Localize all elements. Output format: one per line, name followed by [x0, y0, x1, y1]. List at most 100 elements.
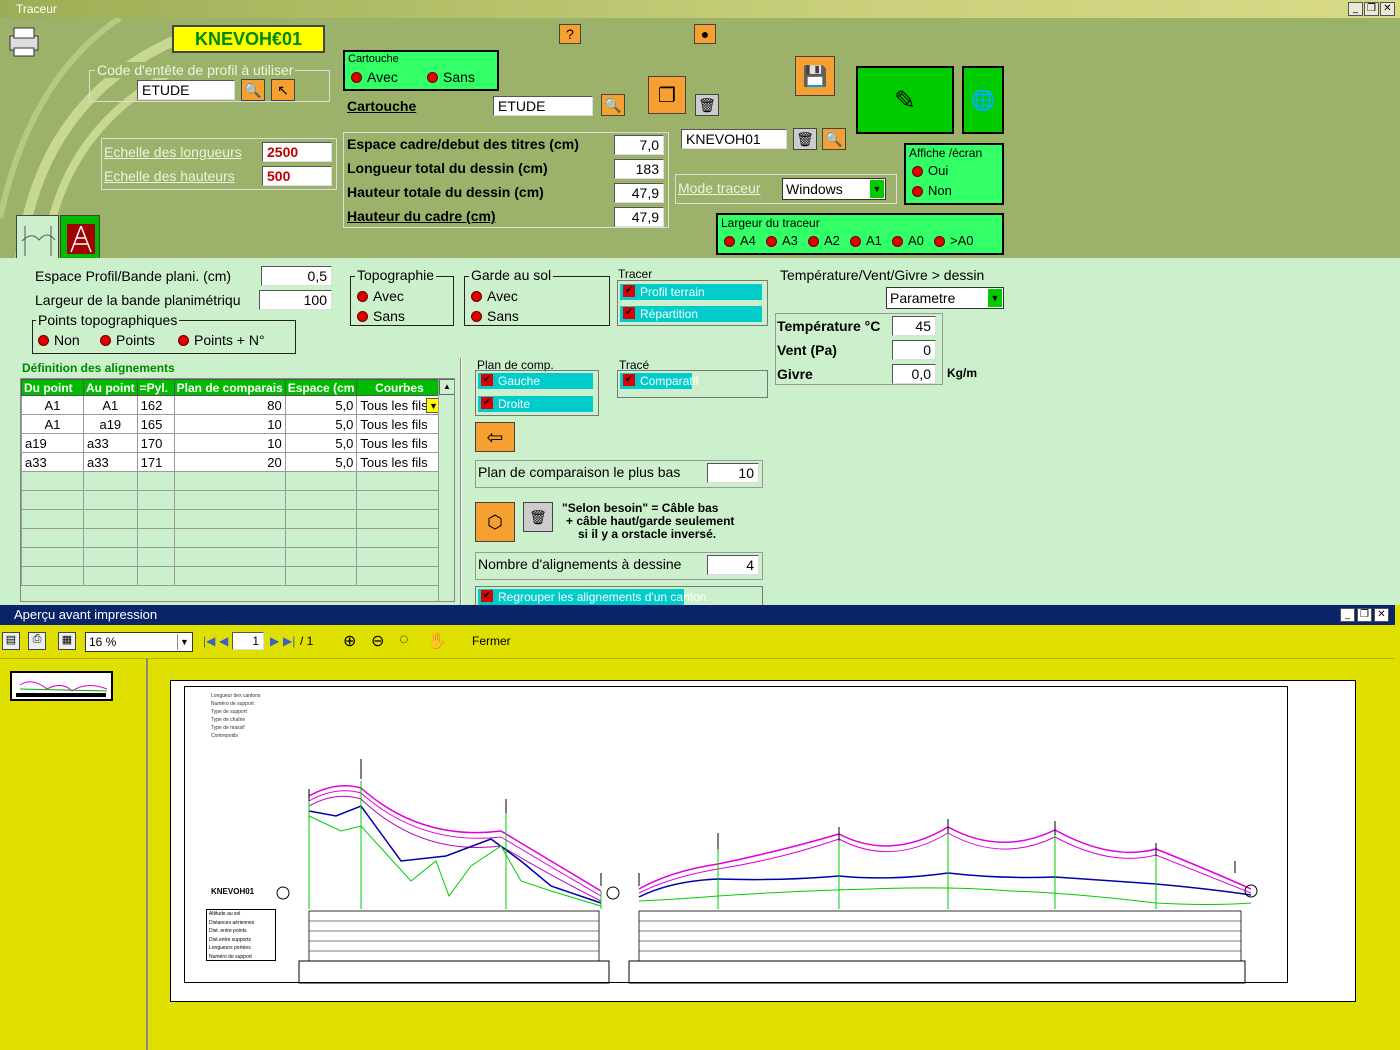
delete-trash-icon[interactable]: 🗑	[523, 502, 553, 532]
trace-comparatif-checkbox[interactable]: Comparatif	[620, 373, 699, 389]
topo-sans-radio[interactable]: Sans	[355, 308, 405, 324]
points-non-radio[interactable]: Non	[36, 332, 80, 348]
affiche-oui-radio[interactable]: Oui	[910, 163, 948, 178]
largeur-a3-radio[interactable]: A3	[764, 233, 798, 248]
cell[interactable]: a19	[21, 433, 84, 453]
vent-input[interactable]: 0	[892, 340, 936, 360]
col-courbes[interactable]: Courbes	[356, 379, 443, 396]
lasso-icon[interactable]: ◌	[399, 631, 409, 649]
table-row[interactable]: A1 a19 165 10 5,0 Tous les fils	[21, 414, 443, 434]
preview-close-button[interactable]: ✕	[1374, 608, 1389, 622]
echelle-longueurs-input[interactable]: 2500	[262, 142, 332, 162]
empty-row[interactable]	[21, 547, 443, 567]
affiche-non-radio[interactable]: Non	[910, 183, 952, 198]
cell[interactable]: A1	[21, 395, 84, 415]
cell[interactable]: 5,0	[284, 452, 358, 472]
regrouper-checkbox[interactable]: Regrouper les alignements d'un canton	[478, 589, 706, 605]
close-preview-button[interactable]: Fermer	[472, 634, 511, 648]
cell[interactable]: 170	[136, 433, 175, 453]
cube-rotate-icon[interactable]: ⬡	[475, 502, 515, 542]
knevoh-input[interactable]: KNEVOH01	[681, 129, 787, 149]
zoom-in-icon[interactable]: ⊕	[343, 631, 356, 651]
cell-courbes-select[interactable]: Tous les fils ▼	[356, 395, 443, 415]
dim-input-2[interactable]: 47,9	[614, 183, 664, 203]
table-row[interactable]: A1 A1 162 80 5,0 Tous les fils ▼	[21, 395, 443, 415]
topo-avec-radio[interactable]: Avec	[355, 288, 404, 304]
col-plan[interactable]: Plan de comparais	[173, 379, 286, 396]
cell[interactable]: 5,0	[284, 414, 358, 434]
plan-droite-checkbox[interactable]: Droite	[478, 396, 593, 412]
garde-avec-radio[interactable]: Avec	[469, 288, 518, 304]
mode-traceur-select[interactable]: Windows ▼	[782, 178, 886, 200]
code-entete-input[interactable]: ETUDE	[137, 80, 235, 100]
plan-gauche-checkbox[interactable]: Gauche	[478, 373, 593, 389]
back-arrow-icon[interactable]: ⇦	[475, 422, 515, 452]
echelle-hauteurs-input[interactable]: 500	[262, 166, 332, 186]
preview-maximize-button[interactable]: ❐	[1357, 608, 1372, 622]
temp-mode-select[interactable]: Parametre ▼	[886, 287, 1004, 309]
cell[interactable]: 10	[173, 414, 286, 434]
cell[interactable]: Tous les fils	[356, 433, 443, 453]
empty-row[interactable]	[21, 566, 443, 586]
cell[interactable]: 20	[173, 452, 286, 472]
cell[interactable]: 165	[136, 414, 175, 434]
table-row[interactable]: a33 a33 171 20 5,0 Tous les fils	[21, 452, 443, 472]
export-icon[interactable]: ▦	[58, 632, 76, 650]
cartouche-search-icon[interactable]: 🔍	[601, 94, 625, 116]
draw-pencil-button[interactable]: ✎	[856, 66, 954, 134]
search-folder-icon[interactable]: 🔍	[241, 79, 265, 101]
tab-profile[interactable]	[16, 215, 59, 259]
largeur-gta0-radio[interactable]: >A0	[932, 233, 974, 248]
cell[interactable]: a33	[83, 433, 138, 453]
globe-search-button[interactable]: 🌐	[962, 66, 1004, 134]
cartouche-input[interactable]: ETUDE	[493, 96, 593, 116]
givre-input[interactable]: 0,0	[892, 364, 936, 384]
zoom-out-icon[interactable]: ⊖	[371, 631, 384, 651]
cell[interactable]: 5,0	[284, 433, 358, 453]
empty-row[interactable]	[21, 490, 443, 510]
copy-pages-icon[interactable]: ❐	[648, 76, 686, 114]
empty-row[interactable]	[21, 509, 443, 529]
cell[interactable]: 5,0	[284, 395, 358, 415]
erase-icon[interactable]: ●	[694, 24, 716, 44]
next-page-icon[interactable]: ▶	[270, 634, 279, 648]
cell[interactable]: 80	[173, 395, 286, 415]
empty-row[interactable]	[21, 471, 443, 491]
cell[interactable]: Tous les fils	[356, 452, 443, 472]
table-row[interactable]: a19 a33 170 10 5,0 Tous les fils	[21, 433, 443, 453]
prev-page-icon[interactable]: ◀	[219, 634, 228, 648]
cartouche-sans-radio[interactable]: Sans	[425, 69, 475, 85]
cell[interactable]: 10	[173, 433, 286, 453]
cell[interactable]: A1	[83, 395, 138, 415]
dim-input-1[interactable]: 183	[614, 159, 664, 179]
tracer-repartition-checkbox[interactable]: Répartition	[620, 306, 762, 322]
page-input[interactable]: 1	[232, 632, 264, 650]
hand-pan-icon[interactable]: ✋	[427, 631, 447, 651]
plan-bas-input[interactable]: 10	[707, 463, 759, 483]
nombre-align-input[interactable]: 4	[707, 555, 759, 575]
cell[interactable]: a19	[83, 414, 138, 434]
largeur-bande-input[interactable]: 100	[259, 290, 332, 310]
knevoh-trash-icon[interactable]: 🗑	[793, 128, 817, 150]
largeur-a1-radio[interactable]: A1	[848, 233, 882, 248]
tab-tower[interactable]	[60, 215, 100, 259]
pointer-icon[interactable]: ↖	[271, 79, 295, 101]
col-pyl[interactable]: =Pyl.	[136, 379, 175, 396]
largeur-a2-radio[interactable]: A2	[806, 233, 840, 248]
points-points-radio[interactable]: Points	[98, 332, 155, 348]
trash-icon[interactable]: 🗑	[695, 94, 719, 116]
save-disk-icon[interactable]: 💾	[795, 56, 835, 96]
cell[interactable]: A1	[21, 414, 84, 434]
zoom-select[interactable]: 16 % ▼	[85, 632, 193, 652]
page-setup-icon[interactable]: ▤	[2, 632, 20, 650]
col-au-point[interactable]: Au point	[83, 379, 138, 396]
print-icon[interactable]: ⎙	[28, 632, 46, 650]
cartouche-avec-radio[interactable]: Avec	[349, 69, 398, 85]
cell[interactable]: 162	[136, 395, 175, 415]
help-icon[interactable]: ?	[559, 24, 581, 44]
cell[interactable]: a33	[21, 452, 84, 472]
garde-sans-radio[interactable]: Sans	[469, 308, 519, 324]
minimize-button[interactable]: _	[1348, 2, 1363, 16]
knevoh-search-icon[interactable]: 🔍	[822, 128, 846, 150]
restore-button[interactable]: ❐	[1364, 2, 1379, 16]
